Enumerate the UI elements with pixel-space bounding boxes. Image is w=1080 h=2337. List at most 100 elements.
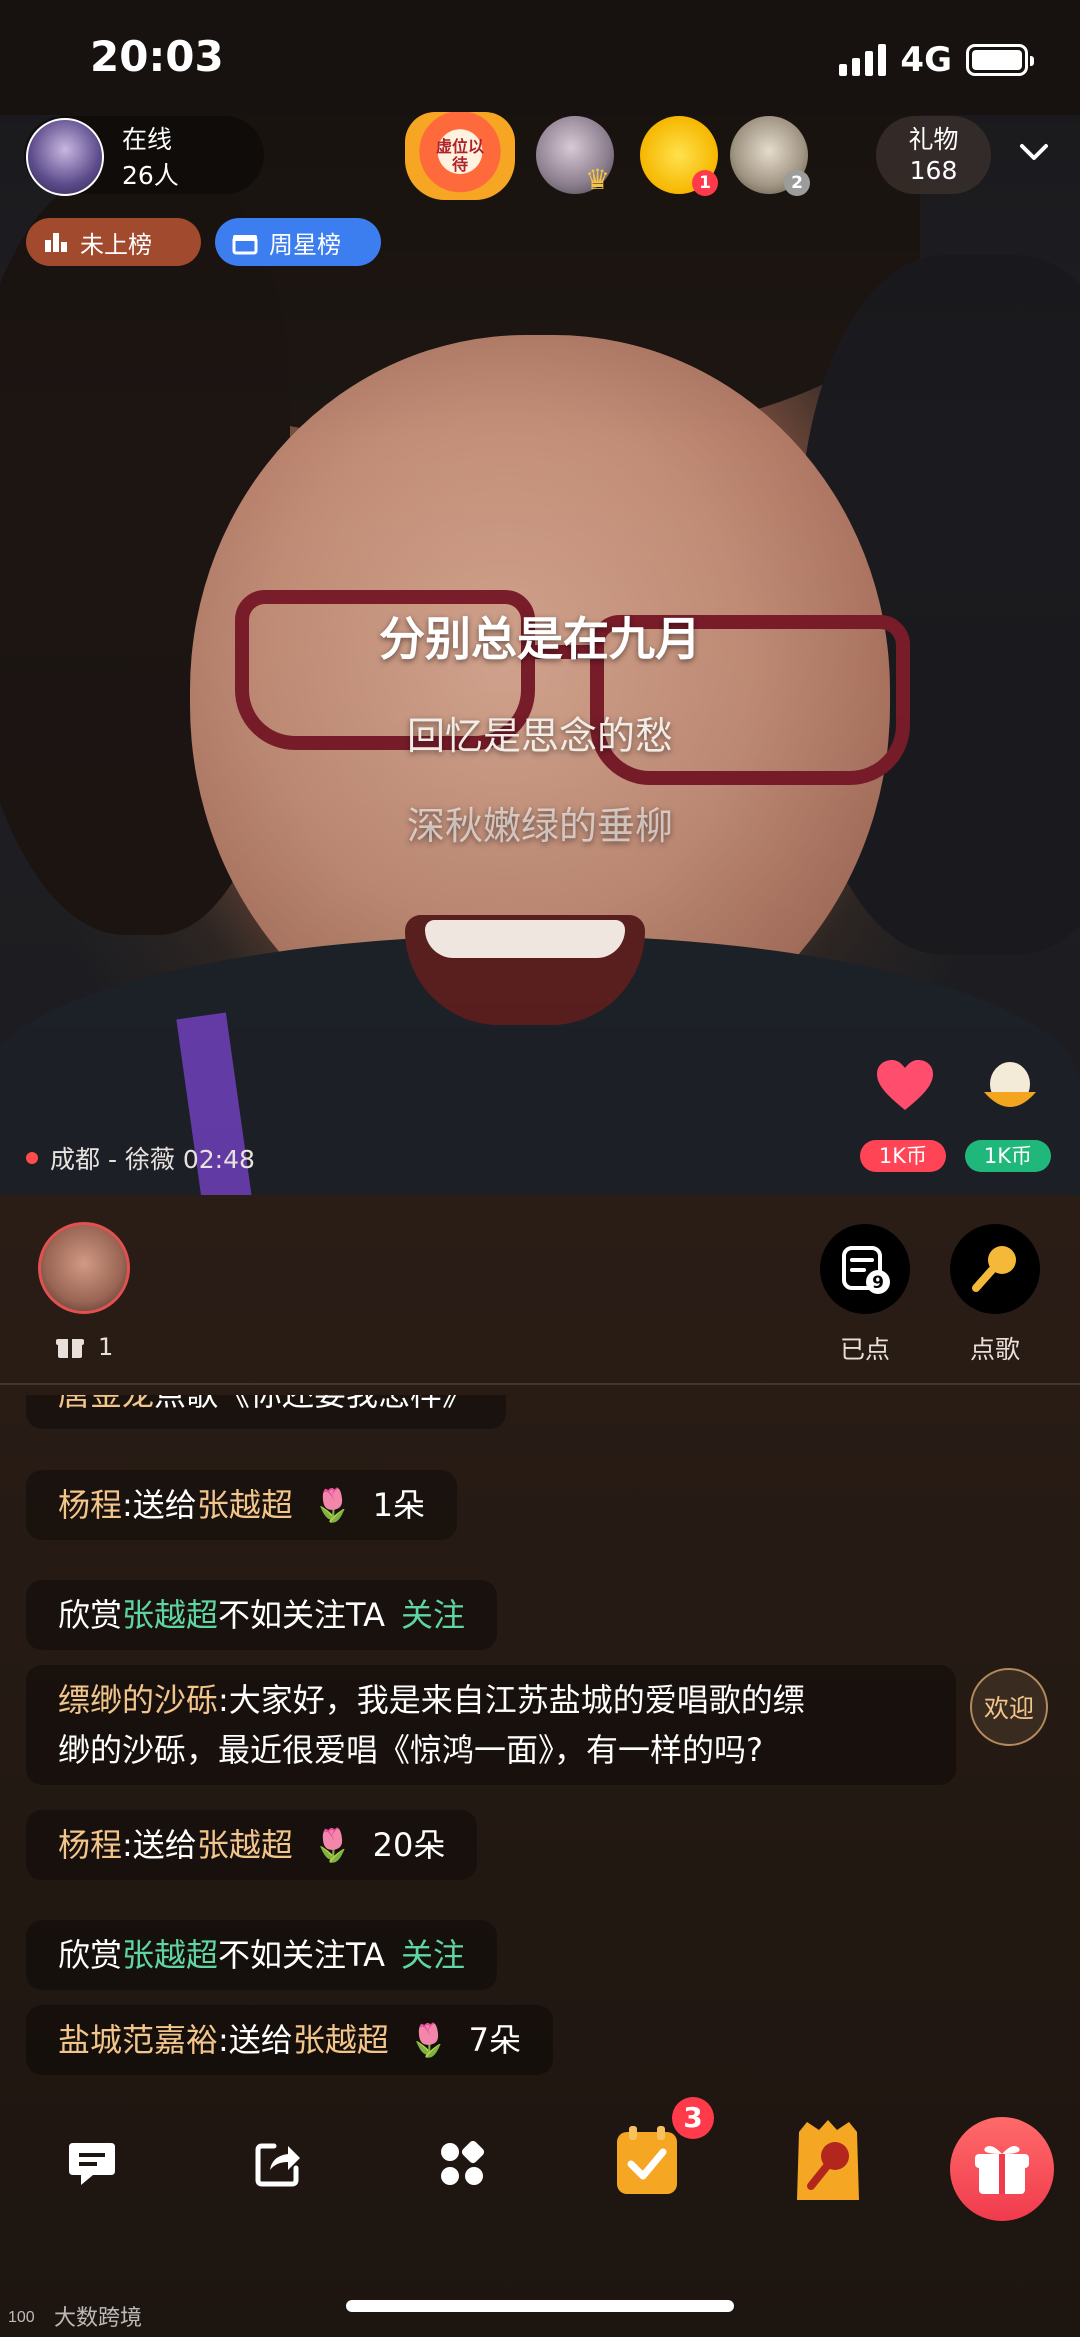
network-label: 4G [900,40,952,80]
rank-badge-text: 虚位以待 [435,137,484,174]
live-dot-icon [26,1152,38,1164]
welcome-button[interactable]: 欢迎 [970,1668,1048,1746]
weekly-star-tag[interactable]: 周星榜 [215,218,381,266]
egg-icon [984,1062,1036,1107]
chat-target[interactable]: 张越超 [122,1936,218,1974]
chat-user[interactable]: 杨程 [58,1826,122,1864]
singer-avatar[interactable] [38,1222,130,1314]
microphone-icon [972,1246,1016,1292]
live-location: 成都 - 徐薇 02:48 [26,1140,255,1176]
follow-link[interactable]: 关注 [401,1596,465,1634]
chat-text: :送给 [122,1826,197,1864]
not-ranked-label: 未上榜 [80,230,152,259]
chat-text: 欣赏 [58,1596,123,1634]
chat-text: :送给 [218,2021,293,2059]
played-songs-label: 已点 [839,1335,890,1364]
request-song-button[interactable] [950,1224,1040,1314]
gift-label: 礼物 [908,125,959,154]
online-count: 26人 [122,161,179,190]
tasks-button[interactable] [612,2122,682,2198]
battery-icon [966,44,1034,76]
gift-count: 1朵 [372,1486,426,1524]
gift-count: 168 [909,156,958,185]
played-songs-button[interactable]: 9 [820,1224,910,1314]
chat-target[interactable]: 张越超 [197,1486,293,1524]
chat-message: 杨程:送给张越超 🌷 20朵 [26,1810,478,1880]
task-badge: 3 [672,2097,714,2139]
gift-small-icon [56,1339,84,1358]
chat-text: 不如关注TA [218,1596,385,1634]
more-apps-button[interactable] [432,2134,492,2194]
home-indicator[interactable] [346,2300,734,2312]
host-avatar[interactable] [26,118,104,196]
rank-badge[interactable]: 虚位以待 [405,112,515,200]
not-ranked-tag[interactable]: 未上榜 [26,218,201,266]
gift-total-pill[interactable]: 礼物 168 [876,116,991,194]
grid-icon [441,2141,485,2185]
watermark-text: 大数跨境 [54,2306,143,2331]
gift-count: 20朵 [372,1826,446,1864]
rose-icon: 🌷 [408,2021,449,2059]
song-request-button[interactable] [788,2118,868,2202]
chat-text: 缈的沙砾，最近很爱唱《惊鸿一面》，有一样的吗? [58,1731,763,1769]
gift-icon [975,2146,1029,2194]
status-icons: 4G [839,40,1034,80]
request-song-label: 点歌 [969,1335,1020,1364]
svg-text:100: 100 [8,2309,35,2326]
lyric-current: 分别总是在九月 [379,612,701,666]
heart-gift-button[interactable] [860,1058,950,1128]
chat-message: 唐金龙点歌《你还要我怎样》 [26,1395,507,1429]
lyric-upcoming: 深秋嫩绿的垂柳 [406,804,673,848]
rose-icon: 🌷 [312,1826,353,1864]
chat-user[interactable]: 缥缈的沙砾 [58,1681,218,1719]
chat-user[interactable]: 盐城范嘉裕 [58,2021,218,2059]
fan-rank-1: 1 [692,170,718,196]
heart-icon [877,1060,933,1110]
chat-message: 欣赏张越超不如关注TA 关注 [26,1920,498,1990]
share-icon [255,2143,300,2187]
playlist-icon: 9 [842,1246,890,1294]
singer-gift-count: 1 [56,1333,113,1361]
egg-gift-button[interactable] [965,1058,1055,1128]
bar-chart-icon [45,233,67,252]
share-button[interactable] [248,2134,308,2194]
chat-text: 不如关注TA [218,1936,385,1974]
chat-text: :送给 [122,1486,197,1524]
follow-link[interactable]: 关注 [401,1936,465,1974]
song-request-icon [797,2120,859,2200]
lyric-next: 回忆是思念的愁 [406,714,673,758]
chat-text: 点歌《你还要我怎样》 [154,1395,474,1413]
send-gift-button[interactable] [950,2117,1054,2221]
chat-text: :大家好，我是来自江苏盐城的爱唱歌的缥 [218,1681,805,1719]
chat-message: 杨程:送给张越超 🌷 1朵 [26,1470,458,1540]
task-checklist-icon [617,2126,677,2194]
gift-box-icon [232,235,258,255]
chat-list[interactable]: 唐金龙点歌《你还要我怎样》 杨程:送给张越超🌷1朵 欣赏张越超不如关注TA关注 … [0,1395,1080,2095]
chevron-down-icon[interactable] [1016,134,1052,170]
played-count: 9 [872,1273,884,1293]
rose-icon: 🌷 [312,1486,353,1524]
singer-gift-number: 1 [98,1333,114,1361]
chat-user[interactable]: 唐金龙 [58,1395,154,1413]
live-location-text: 成都 - 徐薇 02:48 [50,1145,255,1174]
gift-count: 7朵 [468,2021,522,2059]
chat-message: 缥缈的沙砾:大家好，我是来自江苏盐城的爱唱歌的缥 缈的沙砾，最近很爱唱《惊鸿一面… [26,1665,956,1785]
fan-rank-2: 2 [784,170,810,196]
wing-icon: ♛ [585,163,611,196]
comment-icon [69,2143,115,2185]
status-time: 20:03 [90,32,224,81]
online-label: 在线 [122,125,173,154]
watermark-logo-icon: 100 [8,2309,35,2326]
chat-target[interactable]: 张越超 [293,2021,389,2059]
chat-message: 盐城范嘉裕:送给张越超 🌷 7朵 [26,2005,554,2075]
egg-gift-price: 1K币 [965,1140,1051,1172]
divider [0,1383,1080,1385]
chat-target[interactable]: 张越超 [197,1826,293,1864]
chat-user[interactable]: 杨程 [58,1486,122,1524]
comment-button[interactable] [62,2134,122,2194]
heart-gift-price: 1K币 [860,1140,946,1172]
chat-message: 欣赏张越超不如关注TA 关注 [26,1580,498,1650]
signal-icon [839,44,887,76]
chat-target[interactable]: 张越超 [122,1596,218,1634]
watermark: 100 大数跨境 [8,2300,142,2332]
